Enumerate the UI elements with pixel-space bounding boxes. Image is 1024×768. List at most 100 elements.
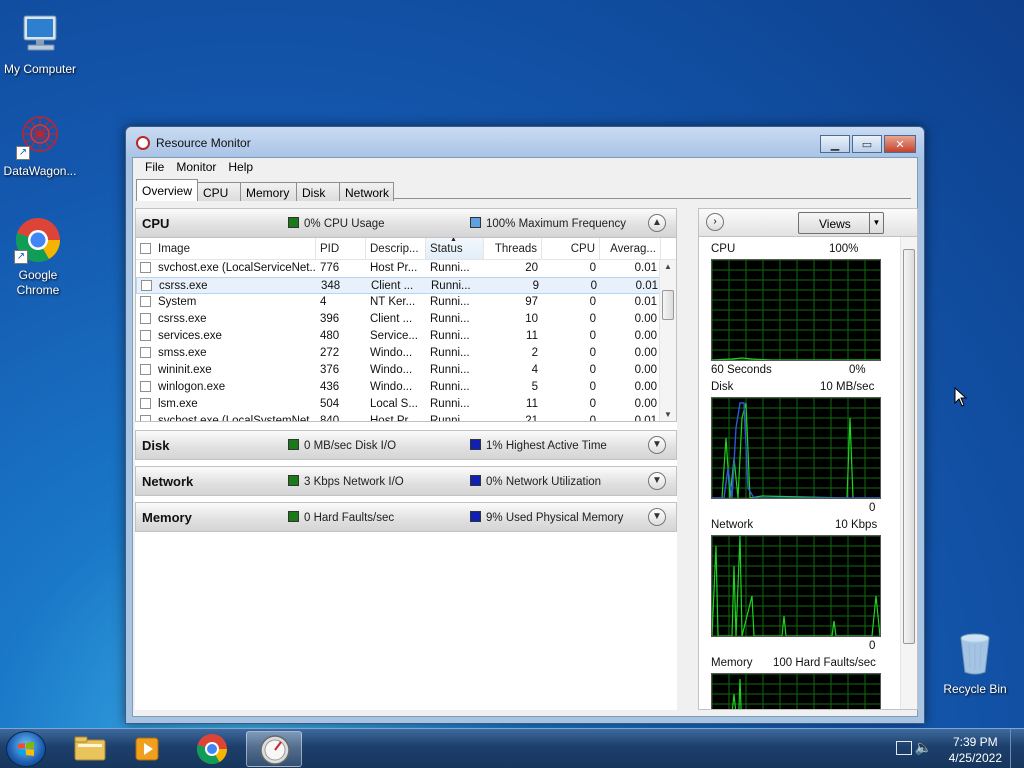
row-checkbox[interactable]	[140, 415, 151, 421]
row-checkbox[interactable]	[140, 330, 151, 341]
column-pid[interactable]: PID	[316, 238, 366, 259]
title-bar[interactable]: Resource Monitor ▁ ▭ ✕	[126, 127, 924, 157]
table-cell: System	[136, 294, 316, 311]
tab-cpu[interactable]: CPU	[197, 182, 242, 201]
desktop-icon-my-computer[interactable]: My Computer	[0, 10, 80, 77]
row-checkbox[interactable]	[140, 381, 151, 392]
media-player-icon	[135, 737, 159, 761]
minimize-button[interactable]: ▁	[820, 135, 850, 153]
taskbar-resource-monitor[interactable]	[246, 731, 302, 767]
table-row[interactable]: wininit.exe 376 Windo... Runni... 4 0 0.00	[136, 362, 676, 379]
taskbar-media-player[interactable]	[120, 731, 176, 767]
tab-network[interactable]: Network	[339, 182, 395, 201]
menu-file[interactable]: File	[139, 158, 170, 176]
column-status[interactable]: Status ▲	[426, 238, 484, 259]
scrollbar-thumb[interactable]	[662, 290, 674, 320]
clock-date: 4/25/2022	[948, 751, 1002, 765]
window-title: Resource Monitor	[156, 136, 251, 150]
table-row[interactable]: services.exe 480 Service... Runni... 11 0 0.00	[136, 328, 676, 345]
table-cell: 2	[531, 347, 538, 359]
table-row[interactable]: csrss.exe 348 Client ... Runni... 9 0 0.01	[136, 277, 676, 294]
table-row[interactable]: winlogon.exe 436 Windo... Runni... 5 0 0.00	[136, 379, 676, 396]
desktop-icon-google-chrome[interactable]: ↗ Google Chrome	[0, 216, 78, 298]
table-cell: csrss.exe	[137, 278, 317, 293]
row-checkbox[interactable]	[140, 398, 151, 409]
expand-chevron-icon[interactable]: ▼	[648, 472, 666, 490]
table-cell: Host Pr...	[370, 262, 418, 274]
row-checkbox[interactable]	[140, 364, 151, 375]
column-average[interactable]: Averag...	[600, 238, 661, 259]
column-threads[interactable]: Threads	[484, 238, 542, 259]
row-checkbox[interactable]	[141, 280, 152, 291]
table-header: Image PID Descrip... Status ▲ Threads CPU…	[136, 238, 676, 260]
disk-section-header[interactable]: Disk 0 MB/sec Disk I/O 1% Highest Active…	[135, 430, 677, 460]
table-cell: 0	[589, 381, 596, 393]
desktop-icon-datawagon[interactable]: ↗ DataWagon...	[0, 112, 80, 179]
table-cell: 396	[320, 313, 340, 325]
table-cell: 0.00	[634, 381, 657, 393]
disk-io-text: 0 MB/sec Disk I/O	[304, 440, 397, 452]
expand-chevron-icon[interactable]: ▼	[648, 508, 666, 526]
start-button[interactable]	[6, 731, 46, 767]
table-cell: winlogon.exe	[136, 379, 316, 396]
disk-graph-max: 10 MB/sec	[820, 381, 875, 393]
table-row[interactable]: svchost.exe (LocalServiceNet... 776 Host P…	[136, 260, 676, 277]
network-section-header[interactable]: Network 3 Kbps Network I/O 0% Network Ut…	[135, 466, 677, 496]
table-cell: svchost.exe (LocalSystemNet...	[136, 413, 316, 421]
table-cell: Runni...	[430, 398, 470, 410]
section-title: Disk	[142, 438, 170, 453]
tab-disk[interactable]: Disk	[296, 182, 341, 201]
clock[interactable]: 7:39 PM 4/25/2022	[949, 734, 1002, 766]
expand-chevron-icon[interactable]: ▼	[648, 436, 666, 454]
scroll-up-icon[interactable]: ▲	[660, 262, 676, 271]
table-row[interactable]: lsm.exe 504 Local S... Runni... 11 0 0.00	[136, 396, 676, 413]
table-cell: Runni...	[430, 347, 470, 359]
cpu-section-header[interactable]: CPU 0% CPU Usage 100% Maximum Frequency …	[135, 208, 677, 238]
menu-monitor[interactable]: Monitor	[170, 158, 222, 176]
select-all-checkbox[interactable]	[140, 243, 151, 254]
table-row[interactable]: svchost.exe (LocalSystemNet... 840 Host Pr…	[136, 413, 676, 422]
views-button[interactable]: Views ▼	[798, 212, 884, 234]
table-scrollbar[interactable]: ▲ ▼	[659, 260, 676, 421]
scroll-down-icon[interactable]: ▼	[660, 410, 676, 419]
collapse-pane-arrow-icon[interactable]: ›	[706, 213, 724, 231]
active-time-text: 1% Highest Active Time	[486, 440, 607, 452]
table-cell: 0	[589, 330, 596, 342]
scrollbar-thumb[interactable]	[903, 249, 915, 644]
row-checkbox[interactable]	[140, 262, 151, 273]
desktop-icon-label: DataWagon...	[3, 164, 77, 178]
graph-pane-scrollbar[interactable]	[900, 237, 917, 709]
column-cpu[interactable]: CPU	[542, 238, 600, 259]
table-row[interactable]: System 4 NT Ker... Runni... 97 0 0.01	[136, 294, 676, 311]
row-checkbox[interactable]	[140, 296, 151, 307]
table-cell: Runni...	[430, 262, 470, 274]
volume-tray-icon[interactable]: 🔈	[915, 739, 932, 756]
column-description[interactable]: Descrip...	[366, 238, 426, 259]
row-checkbox[interactable]	[140, 313, 151, 324]
desktop-icon-recycle-bin[interactable]: Recycle Bin	[935, 630, 1015, 697]
memory-section-header[interactable]: Memory 0 Hard Faults/sec 9% Used Physica…	[135, 502, 677, 532]
column-image[interactable]: Image	[136, 238, 316, 259]
table-cell: Runni...	[430, 313, 470, 325]
network-tray-icon[interactable]	[896, 741, 912, 755]
minimize-icon: ▁	[830, 138, 840, 151]
collapse-chevron-icon[interactable]: ▲	[648, 214, 666, 232]
tab-memory[interactable]: Memory	[240, 182, 298, 201]
menu-help[interactable]: Help	[222, 158, 259, 176]
maximize-button[interactable]: ▭	[852, 135, 882, 153]
table-cell: Windo...	[370, 347, 413, 359]
tab-overview[interactable]: Overview	[136, 179, 199, 201]
table-cell: 480	[320, 330, 340, 342]
table-row[interactable]: csrss.exe 396 Client ... Runni... 10 0 0.00	[136, 311, 676, 328]
table-cell: Runni...	[430, 381, 470, 393]
taskbar-chrome[interactable]	[184, 731, 240, 767]
close-button[interactable]: ✕	[884, 135, 916, 153]
table-row[interactable]: smss.exe 272 Windo... Runni... 2 0 0.00	[136, 345, 676, 362]
section-title: Memory	[142, 510, 192, 525]
show-desktop-button[interactable]	[1010, 729, 1024, 768]
dropdown-arrow-icon[interactable]: ▼	[869, 213, 883, 233]
table-cell: 21	[525, 415, 538, 422]
taskbar-explorer[interactable]	[62, 731, 118, 767]
row-checkbox[interactable]	[140, 347, 151, 358]
menu-bar: File Monitor Help	[133, 158, 917, 176]
